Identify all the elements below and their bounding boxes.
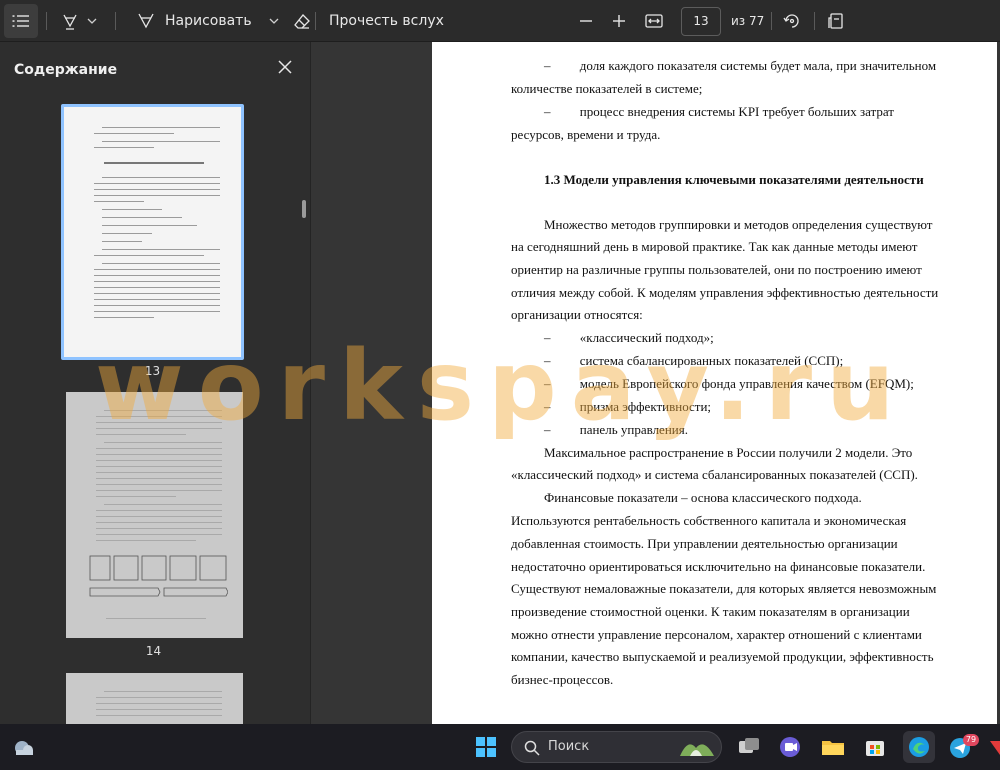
read-aloud-label: Прочесть вслух xyxy=(329,13,444,29)
store-icon xyxy=(866,741,884,756)
doc-line: ресурсов, времени и труда. xyxy=(511,127,661,142)
fit-width-icon xyxy=(645,14,663,28)
eraser-icon xyxy=(293,14,310,29)
highlight-dropdown[interactable] xyxy=(82,4,102,38)
folder-icon xyxy=(822,741,844,755)
page-thumbnail-15[interactable] xyxy=(66,673,243,724)
rotate-icon xyxy=(783,14,799,28)
highlight-button[interactable] xyxy=(58,4,82,38)
document-viewport: – доля каждого показателя системы будет … xyxy=(311,42,1000,724)
pdf-viewer-app: Нарисовать Прочесть вслух 13 из 77 Содер… xyxy=(0,0,1000,770)
list-item: – модель Европейского фонда управления к… xyxy=(544,376,914,391)
task-view-button[interactable] xyxy=(735,733,763,761)
document-page: – доля каждого показателя системы будет … xyxy=(432,42,997,724)
cloud-icon xyxy=(15,741,33,755)
doc-line: – процесс внедрения системы KPI требует … xyxy=(544,104,894,119)
sidebar-scrollbar[interactable] xyxy=(302,200,306,218)
meet-app-button[interactable] xyxy=(776,733,804,761)
list-item: – «классический подход»; xyxy=(544,330,714,345)
list-item: – система сбалансированных показателей (… xyxy=(544,353,844,368)
vpn-icon xyxy=(990,741,1000,755)
taskbar-search[interactable]: Поиск xyxy=(511,731,722,763)
weather-widget[interactable] xyxy=(10,733,38,761)
doc-line: недостаточно ориентироваться исключитель… xyxy=(511,559,926,574)
doc-line: – доля каждого показателя системы будет … xyxy=(544,58,937,73)
zoom-in-button[interactable] xyxy=(608,4,630,38)
fit-width-button[interactable] xyxy=(642,4,666,38)
doc-line: добавленная стоимость. При управлении де… xyxy=(511,536,898,551)
start-button[interactable] xyxy=(472,733,500,761)
list-item: – панель управления. xyxy=(544,422,688,437)
doc-line: на сегодняшний день в мировой практике. … xyxy=(511,239,918,254)
doc-line: можно отнести управление персоналом, хар… xyxy=(511,627,922,642)
page-total-label: из 77 xyxy=(731,14,765,28)
page-thumbnail-14[interactable] xyxy=(66,392,243,638)
highlighter-icon xyxy=(63,14,77,30)
doc-line: количестве показателей в системе; xyxy=(511,81,703,96)
page-view-icon xyxy=(828,13,843,29)
rotate-button[interactable] xyxy=(780,4,804,38)
chevron-down-icon xyxy=(87,18,97,24)
telegram-unread-badge: 79 xyxy=(963,734,979,746)
search-label: Поиск xyxy=(548,739,590,754)
selected-thumbnail-border xyxy=(61,104,244,360)
vpn-app-button[interactable] xyxy=(986,733,1000,761)
thumbnail-number-14: 14 xyxy=(145,644,162,658)
contents-sidebar: Содержание 13 14 xyxy=(0,42,311,724)
doc-line: «классический подход» и система сбаланси… xyxy=(511,467,918,482)
task-view-icon xyxy=(739,738,759,753)
toolbar: Нарисовать Прочесть вслух 13 из 77 xyxy=(0,0,1000,42)
minus-icon xyxy=(580,20,592,22)
page-number-input[interactable]: 13 xyxy=(681,7,721,36)
draw-label: Нарисовать xyxy=(165,13,252,29)
thumbnail-number-13: 13 xyxy=(144,364,161,378)
sidebar-title: Содержание xyxy=(14,62,118,78)
eraser-button[interactable] xyxy=(288,4,316,38)
search-icon xyxy=(524,740,540,756)
file-explorer-button[interactable] xyxy=(819,733,847,761)
doc-line: ориентир на различные группы пользовател… xyxy=(511,262,922,277)
taskbar: Поиск 79 xyxy=(0,724,1000,770)
diagram-thumbnail xyxy=(89,555,228,597)
edge-button[interactable] xyxy=(903,731,935,763)
doc-line: произведение стоимостной оценки. К таким… xyxy=(511,604,910,619)
contents-toggle-button[interactable] xyxy=(4,4,38,38)
search-highlight-icon xyxy=(680,744,714,756)
draw-dropdown[interactable] xyxy=(260,4,288,38)
doc-line: Существуют немаловажные показатели, для … xyxy=(511,581,937,596)
section-heading: 1.3 Модели управления ключевыми показате… xyxy=(544,172,924,187)
chevron-down-icon xyxy=(269,18,279,24)
list-icon xyxy=(12,15,29,27)
draw-icon xyxy=(138,13,154,29)
windows-icon xyxy=(476,737,496,757)
zoom-out-button[interactable] xyxy=(575,4,597,38)
video-chat-icon xyxy=(780,737,800,757)
read-aloud-button[interactable]: Прочесть вслух xyxy=(329,4,444,38)
doc-line: Множество методов группировки и методов … xyxy=(544,217,933,232)
doc-line: Максимальное распространение в России по… xyxy=(544,445,913,460)
sidebar-close-button[interactable] xyxy=(274,56,296,78)
page-view-button[interactable] xyxy=(824,4,848,38)
draw-button[interactable]: Нарисовать xyxy=(133,4,256,38)
doc-line: отличия между собой. К моделям управлени… xyxy=(511,285,939,300)
list-item: – призма эффективности; xyxy=(544,399,712,414)
doc-line: бизнес-процессов. xyxy=(511,672,614,687)
plus-icon xyxy=(613,15,625,27)
close-icon xyxy=(278,60,292,74)
store-button[interactable] xyxy=(861,733,889,761)
doc-line: Используются рентабельность собственного… xyxy=(511,513,907,528)
doc-line: организации относятся: xyxy=(511,307,643,322)
doc-line: компании, качество выпускаемой и реализу… xyxy=(511,649,934,664)
doc-line: Финансовые показатели – основа классичес… xyxy=(544,490,862,505)
edge-icon xyxy=(909,737,929,757)
